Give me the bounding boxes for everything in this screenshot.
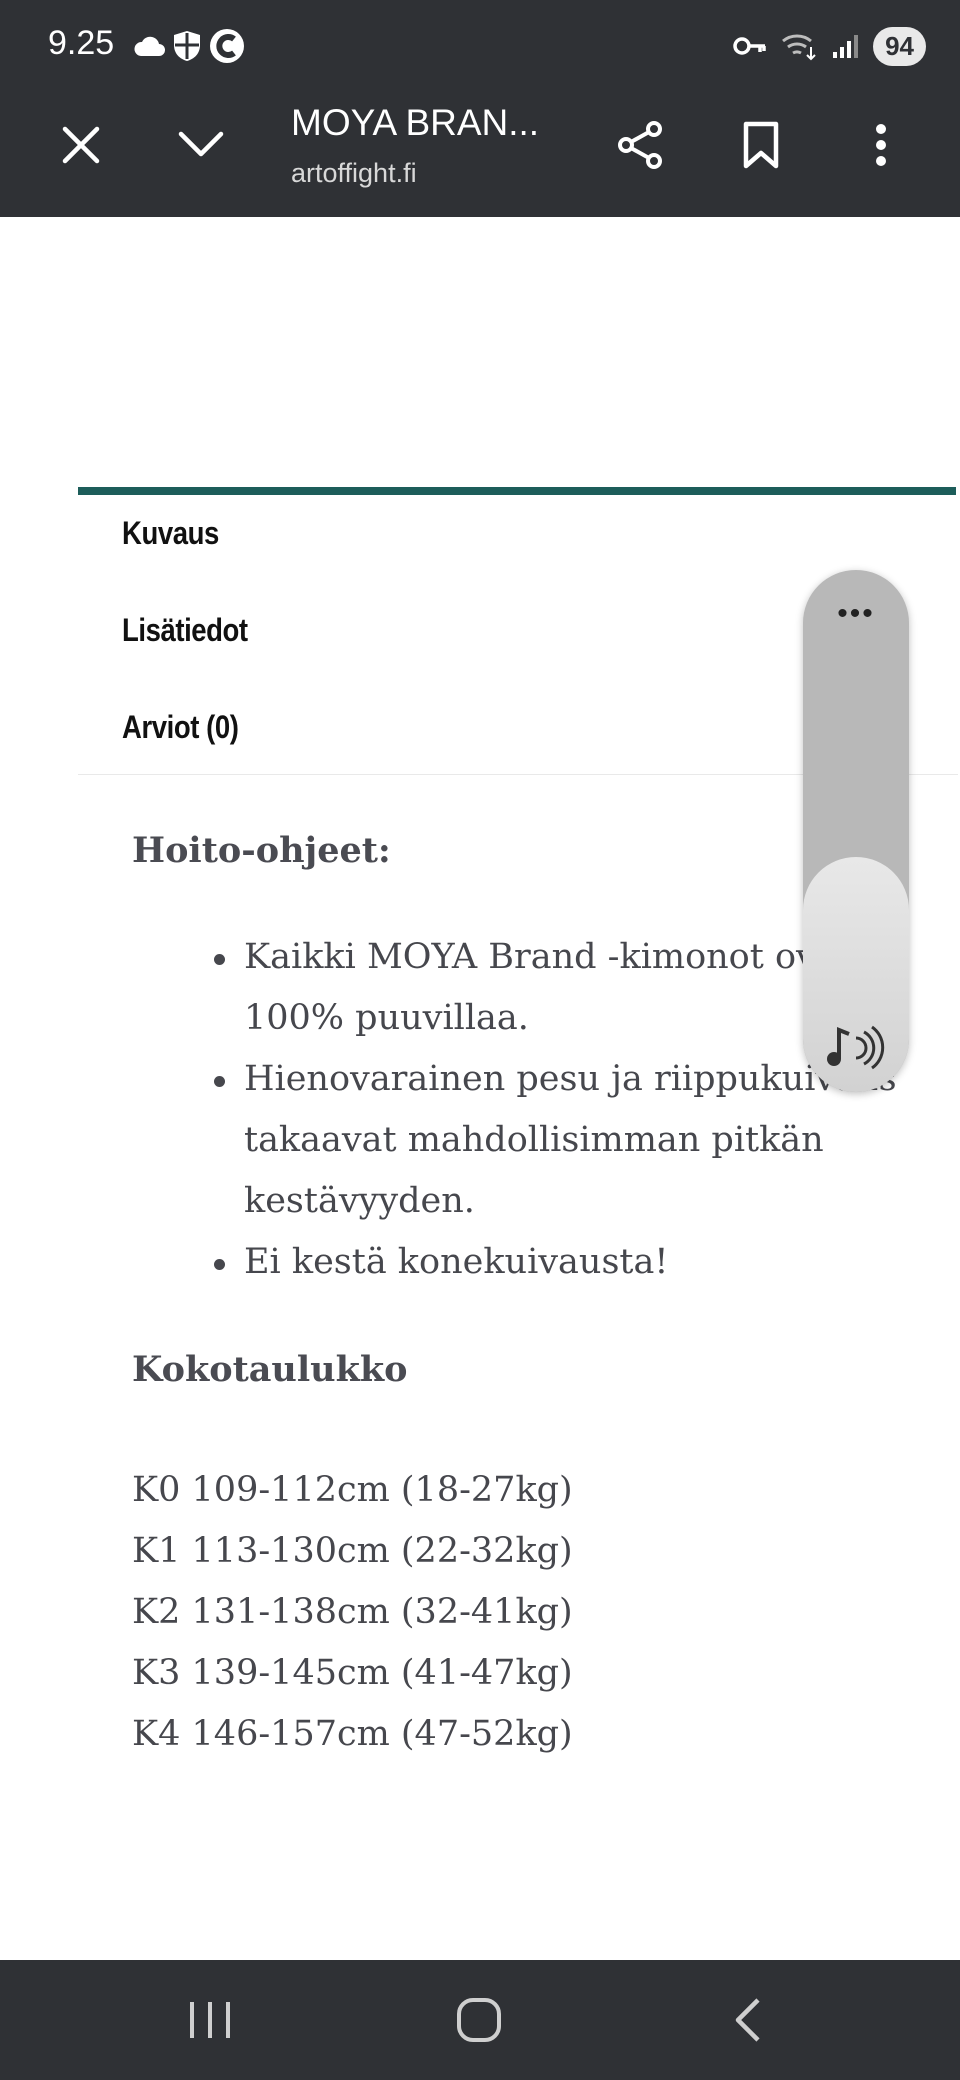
size-chart-heading: Kokotaulukko — [132, 1349, 408, 1390]
size-row: K1 113-130cm (22-32kg) — [132, 1531, 573, 1571]
shield-icon — [174, 31, 200, 61]
care-heading: Hoito-ohjeet: — [132, 830, 391, 871]
browser-toolbar: 9.25 94 MOYA BRAN... artoffight.fi — [0, 0, 960, 217]
chevron-down-icon — [178, 131, 224, 157]
cloud-icon — [134, 36, 165, 56]
recent-apps-icon — [190, 2002, 230, 2038]
media-volume-icon — [827, 1025, 885, 1070]
size-row: K2 131-138cm (32-41kg) — [132, 1592, 573, 1632]
size-row: K0 109-112cm (18-27kg) — [132, 1470, 573, 1510]
tab-arviot[interactable]: Arviot (0) — [122, 709, 239, 746]
description-content: Hoito-ohjeet: Kaikki MOYA Brand -kimonot… — [132, 830, 912, 1765]
tab-kuvaus[interactable]: Kuvaus — [122, 515, 219, 552]
size-chart: K0 109-112cm (18-27kg) K1 113-130cm (22-… — [132, 1460, 912, 1765]
system-navigation-bar — [0, 1960, 960, 2080]
page-title: MOYA BRAN... — [291, 102, 540, 143]
list-item: Ei kestä konekuivausta! — [214, 1232, 912, 1293]
close-icon — [62, 126, 100, 164]
volume-menu-button[interactable]: ••• — [803, 599, 909, 629]
page-url: artoffight.fi — [291, 158, 417, 188]
volume-slider[interactable]: ••• — [803, 570, 909, 1092]
status-time: 9.25 — [48, 24, 115, 62]
bookmark-icon — [743, 121, 779, 169]
list-item: Hienovarainen pesu ja riippukuivaus taka… — [214, 1049, 912, 1232]
tabs-accent-rule — [78, 487, 956, 495]
home-button[interactable] — [429, 1980, 529, 2060]
signal-icon — [833, 35, 859, 58]
status-icons-right: 94 — [733, 24, 926, 68]
status-icons-left — [132, 24, 246, 68]
vpn-key-icon — [733, 37, 766, 55]
tab-lisatiedot[interactable]: Lisätiedot — [122, 612, 248, 649]
back-button[interactable] — [697, 1980, 797, 2060]
close-button[interactable] — [41, 105, 121, 185]
more-vert-icon — [876, 124, 886, 166]
app-c-icon — [210, 29, 244, 63]
home-icon — [457, 1998, 501, 2042]
bookmark-button[interactable] — [721, 105, 801, 185]
wifi-icon — [782, 34, 816, 61]
care-list: Kaikki MOYA Brand -kimonot ovat 100% puu… — [132, 927, 912, 1293]
share-button[interactable] — [601, 105, 681, 185]
more-options-button[interactable] — [841, 105, 921, 185]
back-icon — [735, 1998, 760, 2042]
size-row: K3 139-145cm (41-47kg) — [132, 1653, 573, 1693]
battery-level: 94 — [873, 26, 926, 66]
recent-apps-button[interactable] — [160, 1980, 260, 2060]
collapse-button[interactable] — [161, 105, 241, 185]
size-row: K4 146-157cm (47-52kg) — [132, 1714, 573, 1754]
share-icon — [618, 121, 662, 169]
